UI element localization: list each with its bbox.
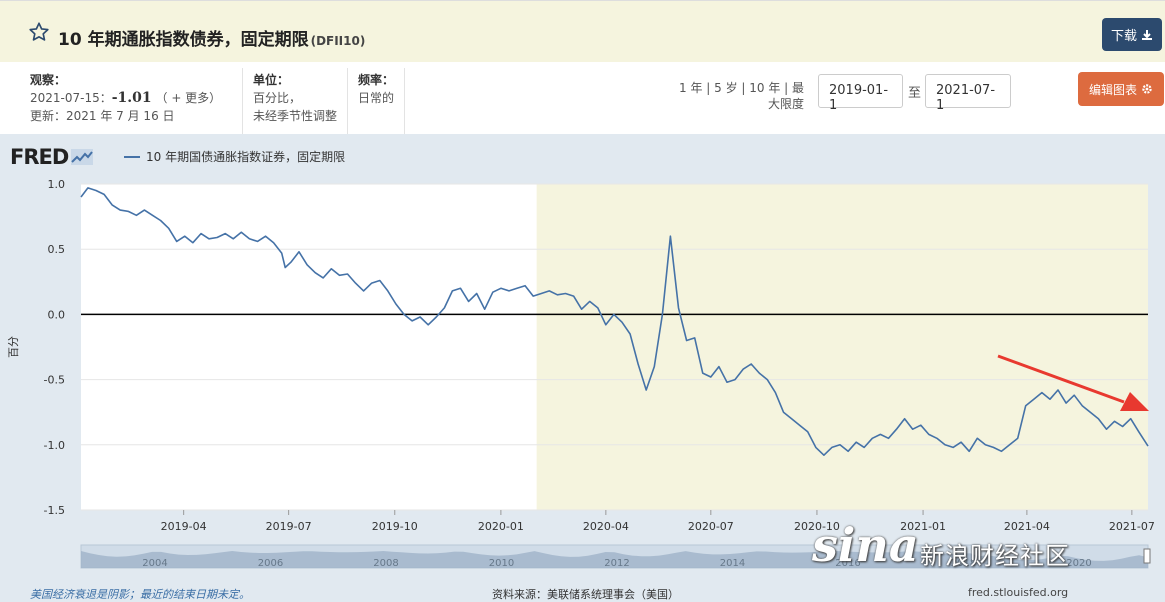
page-title: 10 年期通胀指数债券，固定期限 (DFII10) <box>58 25 365 50</box>
download-label: 下载 <box>1110 29 1137 44</box>
units-line1: 百分比， <box>253 91 302 105</box>
sina-watermark: sina 新浪财经社区 <box>812 516 1157 586</box>
star-icon[interactable] <box>28 21 50 43</box>
chart-legend: 10 年期国债通胀指数证券，固定期限 <box>124 148 345 165</box>
logo-chart-icon <box>71 149 94 165</box>
legend-swatch <box>124 155 140 158</box>
period-links[interactable]: 1 年 | 5 岁 | 10 年 | 最大限度 <box>668 80 804 112</box>
frequency-block: 频率： 日常的 <box>358 71 403 107</box>
obs-label: 观察： <box>30 73 67 87</box>
to-label: 至 <box>908 86 922 101</box>
obs-value: -1.01 <box>111 90 152 106</box>
freq-value: 日常的 <box>358 91 395 105</box>
edit-graph-button[interactable]: 编辑图表 <box>1078 72 1164 106</box>
divider <box>242 68 243 134</box>
legend-label: 10 年期国债通胀指数证券，固定期限 <box>146 150 346 164</box>
edit-label: 编辑图表 <box>1088 82 1137 97</box>
watermark-brand: sina <box>812 518 919 572</box>
download-button[interactable]: 下载 <box>1102 18 1162 51</box>
units-block: 单位： 百分比， 未经季节性调整 <box>253 71 348 125</box>
start-date-input[interactable]: 2019-01-1 <box>818 74 903 113</box>
observation-block: 观察： 2021-07-15：-1.01 （ + 更多） 更新：2021 年 7… <box>30 71 235 125</box>
download-icon <box>1142 29 1152 40</box>
obs-date: 2021-07-15： <box>30 91 112 105</box>
obs-more-link[interactable]: （ + 更多） <box>156 91 222 105</box>
title-text: 10 年期通胀指数债券，固定期限 <box>58 30 309 50</box>
units-line2: 未经季节性调整 <box>253 109 338 123</box>
fred-logo: FRED <box>10 145 94 169</box>
units-label: 单位： <box>253 73 290 87</box>
series-id: (DFII10) <box>310 34 366 48</box>
freq-label: 频率： <box>358 73 395 87</box>
end-date-input[interactable]: 2021-07-1 <box>925 74 1011 113</box>
recession-note: 美国经济衰退是阴影；最近的结束日期未定。 <box>30 588 250 601</box>
title-bar: 10 年期通胀指数债券，固定期限 (DFII10) 下载 <box>0 0 1165 62</box>
fred-url[interactable]: fred.stlouisfed.org <box>968 586 1068 599</box>
watermark-text: 新浪财经社区 <box>920 542 1070 570</box>
source-text: 资料来源：美联储系统理事会（美国） <box>492 588 679 601</box>
logo-text: FRED <box>10 145 69 169</box>
divider <box>347 68 348 134</box>
updated-text: 更新：2021 年 7 月 16 日 <box>30 109 175 123</box>
divider <box>404 68 405 134</box>
gear-icon <box>1142 84 1152 94</box>
